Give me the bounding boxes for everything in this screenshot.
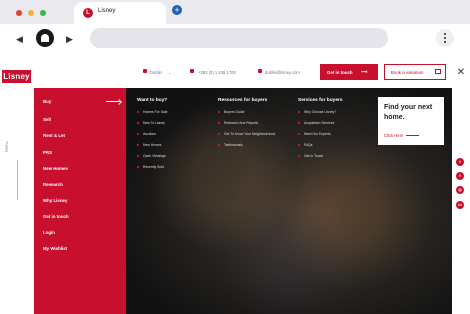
tab-title: Lisney bbox=[98, 8, 116, 14]
calendar-icon bbox=[435, 69, 441, 74]
menu-link-new-homes[interactable]: New Homes bbox=[143, 143, 161, 147]
back-button[interactable]: ◀ bbox=[16, 34, 23, 45]
column-heading-services: Services for buyers bbox=[298, 98, 343, 103]
nav-item-login[interactable]: Login bbox=[43, 230, 55, 235]
close-window-dot[interactable] bbox=[16, 10, 22, 16]
lisney-favicon-icon: L bbox=[83, 8, 93, 18]
bullet-icon bbox=[298, 155, 300, 157]
phone-icon bbox=[190, 69, 194, 73]
bullet-icon bbox=[137, 133, 139, 135]
menu-link-testimonials[interactable]: Testimonials bbox=[224, 143, 243, 147]
close-menu-button[interactable]: ✕ bbox=[452, 64, 470, 82]
bullet-icon bbox=[218, 144, 220, 146]
email-link[interactable]: dublin@lisney.com bbox=[265, 70, 300, 75]
chevron-down-icon: ⌄ bbox=[168, 70, 172, 75]
promo-card: Find your next home. Click Here bbox=[378, 97, 444, 145]
forward-button[interactable]: ▶ bbox=[66, 34, 73, 45]
bullet-icon bbox=[298, 144, 300, 146]
mail-icon bbox=[258, 69, 262, 73]
bullet-icon bbox=[137, 155, 139, 157]
nav-item-rent-let[interactable]: Rent & Let bbox=[43, 133, 65, 138]
instagram-icon[interactable]: ◎ bbox=[456, 186, 464, 194]
bullet-icon bbox=[298, 133, 300, 135]
facebook-icon[interactable]: f bbox=[456, 172, 464, 180]
nav-item-research[interactable]: Research bbox=[43, 182, 63, 187]
browser-tab[interactable]: L Lisney bbox=[74, 2, 166, 24]
bullet-icon bbox=[137, 166, 139, 168]
minimize-window-dot[interactable] bbox=[28, 10, 34, 16]
home-icon[interactable] bbox=[36, 29, 54, 47]
promo-card-link[interactable]: Click Here bbox=[384, 133, 403, 138]
menu-link-buyers-guide[interactable]: Buyers Guide bbox=[224, 110, 245, 114]
menu-link-open-viewings[interactable]: Open Viewings bbox=[143, 154, 166, 158]
column-heading-want-to-buy: Want to buy? bbox=[137, 98, 168, 103]
book-valuation-label: Book a valuation bbox=[391, 70, 424, 75]
bullet-icon bbox=[218, 111, 220, 113]
menu-link-why-choose-lisney[interactable]: Why Choose Lisney? bbox=[304, 110, 336, 114]
menu-link-acquisition-services[interactable]: Acquisition Services bbox=[304, 121, 334, 125]
nav-item-new-homes[interactable]: New Homes bbox=[43, 166, 68, 171]
menu-link-meet-experts[interactable]: Meet Our Experts bbox=[304, 132, 331, 136]
bullet-icon bbox=[218, 133, 220, 135]
linkedin-icon[interactable]: in bbox=[456, 201, 464, 209]
twitter-icon[interactable]: t bbox=[456, 158, 464, 166]
browser-chrome: L Lisney + ◀ ▶ bbox=[0, 0, 470, 56]
menu-link-recently-sold[interactable]: Recently Sold bbox=[143, 165, 164, 169]
nav-item-get-in-touch[interactable]: Get in touch bbox=[43, 214, 69, 219]
menu-link-auctions[interactable]: Auctions bbox=[143, 132, 156, 136]
nav-item-buy[interactable]: Buy bbox=[43, 99, 51, 104]
bullet-icon bbox=[137, 144, 139, 146]
maximize-window-dot[interactable] bbox=[40, 10, 46, 16]
bullet-icon bbox=[218, 122, 220, 124]
promo-card-title: Find your next home. bbox=[384, 104, 433, 121]
menu-label: Menu bbox=[4, 141, 9, 152]
location-select[interactable]: Dublin bbox=[150, 70, 162, 75]
browser-menu-icon[interactable] bbox=[436, 29, 454, 47]
nav-item-prs[interactable]: PRS bbox=[43, 150, 52, 155]
get-in-touch-label: Get in touch bbox=[327, 70, 353, 75]
new-tab-button[interactable]: + bbox=[172, 5, 182, 15]
bullet-icon bbox=[137, 122, 139, 124]
arrow-right-icon: ⟶ bbox=[361, 69, 368, 74]
menu-link-neighbourhood[interactable]: Get To Know Your Neighbourhood bbox=[224, 132, 275, 136]
nav-item-sell[interactable]: Sell bbox=[43, 117, 51, 122]
nav-item-wishlist[interactable]: My Wishlist bbox=[43, 246, 67, 251]
bullet-icon bbox=[137, 111, 139, 113]
arrow-right-icon bbox=[106, 101, 120, 102]
book-valuation-button[interactable]: Book a valuation bbox=[384, 64, 446, 80]
browser-toolbar: ◀ ▶ bbox=[0, 24, 470, 56]
location-pin-icon bbox=[143, 69, 147, 73]
phone-link[interactable]: +353 (0) 1 638 1700 bbox=[198, 70, 236, 75]
arrow-right-icon bbox=[406, 135, 419, 136]
nav-item-why-lisney[interactable]: Why Lisney bbox=[43, 198, 67, 203]
menu-divider bbox=[17, 160, 18, 200]
column-heading-resources: Resources for buyers bbox=[218, 98, 268, 103]
lisney-logo[interactable]: Lisney bbox=[2, 70, 31, 83]
bullet-icon bbox=[298, 111, 300, 113]
address-bar[interactable] bbox=[90, 28, 388, 48]
menu-link-homes-for-sale[interactable]: Homes For Sale bbox=[143, 110, 168, 114]
bullet-icon bbox=[298, 122, 300, 124]
get-in-touch-button[interactable]: Get in touch ⟶ bbox=[320, 64, 378, 80]
menu-link-get-in-touch[interactable]: Get In Touch bbox=[304, 154, 323, 158]
menu-link-research-reports[interactable]: Research And Reports bbox=[224, 121, 258, 125]
menu-link-faqs[interactable]: FAQs bbox=[304, 143, 312, 147]
menu-link-new-to-lisney[interactable]: New To Lisney bbox=[143, 121, 165, 125]
